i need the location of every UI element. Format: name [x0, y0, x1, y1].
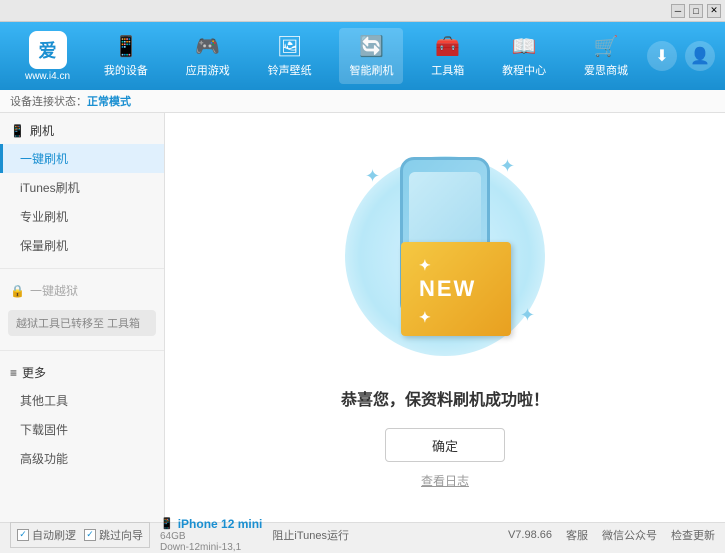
jailbreak-info: 越狱工具已转移至 工具箱	[8, 310, 156, 336]
success-message: 恭喜您，保资料刷机成功啦！	[341, 386, 549, 410]
wechat-button[interactable]: 微信公众号	[602, 527, 657, 543]
jailbreak-section-icon: 🔒	[10, 284, 25, 298]
nav-wallpaper[interactable]: 🖼 铃声壁纸	[258, 28, 322, 84]
flash-section-icon: 📱	[10, 124, 25, 138]
device-storage: 64GB	[160, 531, 262, 542]
tutorial-icon: 📖	[512, 34, 537, 59]
again-link[interactable]: 查看日志	[421, 472, 469, 489]
sidebar-item-itunes-flash[interactable]: iTunes刷机	[0, 173, 164, 202]
header-right: ⬇ 👤	[647, 41, 715, 71]
sidebar-item-download-firmware[interactable]: 下载固件	[0, 415, 164, 444]
device-model: Down-12mini-13,1	[160, 542, 262, 553]
nav-store[interactable]: 🛒 爱思商城	[574, 28, 638, 84]
nav-apps-games[interactable]: 🎮 应用游戏	[176, 28, 240, 84]
sidebar-title-flash: 📱 刷机	[0, 117, 164, 144]
sidebar-item-advanced[interactable]: 高级功能	[0, 444, 164, 473]
sidebar-item-one-click-flash[interactable]: 一键刷机	[0, 144, 164, 173]
sparkle-icon-2: ✦	[500, 156, 515, 177]
sidebar-section-more: ≡ 更多 其他工具 下载固件 高级功能	[0, 355, 164, 477]
nav-apps-games-label: 应用游戏	[186, 62, 230, 78]
check-update-button[interactable]: 检查更新	[671, 527, 715, 543]
hero-illustration: ✦ ✦ ✦ NEW	[335, 146, 555, 366]
smart-flash-icon: 🔄	[359, 34, 384, 59]
nav-toolbox[interactable]: 🧰 工具箱	[421, 28, 474, 84]
logo-sub: www.i4.cn	[25, 71, 70, 82]
my-device-icon: 📱	[113, 34, 138, 59]
status-value: 正常模式	[87, 96, 131, 108]
nav-tutorial-label: 教程中心	[502, 62, 546, 78]
stop-itunes-label[interactable]: 阻止iTunes运行	[272, 527, 349, 543]
bottom-checkboxes: ✓ 自动刷逻 ✓ 跳过向导	[10, 522, 150, 548]
nav-my-device-label: 我的设备	[104, 62, 148, 78]
nav-smart-flash[interactable]: 🔄 智能刷机	[339, 28, 403, 84]
new-badge: NEW	[401, 242, 511, 336]
nav-toolbox-label: 工具箱	[431, 62, 464, 78]
version-label: V7.98.66	[508, 529, 552, 541]
confirm-button[interactable]: 确定	[385, 428, 505, 462]
bottom-right: V7.98.66 客服 微信公众号 检查更新	[508, 527, 715, 543]
nav-wallpaper-label: 铃声壁纸	[268, 62, 312, 78]
sparkle-icon-3: ✦	[520, 305, 535, 326]
auto-flash-label: 自动刷逻	[32, 527, 76, 543]
title-bar: ─ □ ✕	[0, 0, 725, 22]
download-button[interactable]: ⬇	[647, 41, 677, 71]
nav-bar: 📱 我的设备 🎮 应用游戏 🖼 铃声壁纸 🔄 智能刷机 🧰 工具箱 📖 教程中心…	[85, 28, 647, 84]
nav-my-device[interactable]: 📱 我的设备	[94, 28, 158, 84]
sidebar-divider-1	[0, 268, 164, 269]
sidebar-section-flash: 📱 刷机 一键刷机 iTunes刷机 专业刷机 保量刷机	[0, 113, 164, 264]
sidebar-item-save-flash[interactable]: 保量刷机	[0, 231, 164, 260]
status-label: 设备连接状态：	[10, 96, 87, 108]
support-button[interactable]: 客服	[566, 527, 588, 543]
more-section-icon: ≡	[10, 366, 17, 380]
skip-wizard-checkbox[interactable]: ✓ 跳过向导	[84, 527, 143, 543]
auto-flash-checkbox[interactable]: ✓ 自动刷逻	[17, 527, 76, 543]
skip-wizard-check: ✓	[84, 529, 96, 541]
device-name: iPhone 12 mini	[178, 517, 263, 531]
close-button[interactable]: ✕	[707, 4, 721, 18]
header: 爱 www.i4.cn 📱 我的设备 🎮 应用游戏 🖼 铃声壁纸 🔄 智能刷机 …	[0, 22, 725, 90]
device-info: 📱 iPhone 12 mini 64GB Down-12mini-13,1	[160, 517, 262, 553]
minimize-button[interactable]: ─	[671, 4, 685, 18]
sidebar-item-other-tools[interactable]: 其他工具	[0, 386, 164, 415]
toolbox-icon: 🧰	[435, 34, 460, 59]
sidebar-item-pro-flash[interactable]: 专业刷机	[0, 202, 164, 231]
app-status-bar: 设备连接状态：正常模式	[0, 90, 725, 113]
main-area: 📱 刷机 一键刷机 iTunes刷机 专业刷机 保量刷机 🔒 一键越狱 越狱工具…	[0, 113, 725, 522]
logo-icon: 爱	[29, 31, 67, 69]
nav-store-label: 爱思商城	[584, 62, 628, 78]
wallpaper-icon: 🖼	[277, 34, 302, 59]
skip-wizard-label: 跳过向导	[99, 527, 143, 543]
sidebar-divider-2	[0, 350, 164, 351]
app-logo: 爱 www.i4.cn	[10, 31, 85, 82]
nav-smart-flash-label: 智能刷机	[349, 62, 393, 78]
sidebar: 📱 刷机 一键刷机 iTunes刷机 专业刷机 保量刷机 🔒 一键越狱 越狱工具…	[0, 113, 165, 522]
content-area: ✦ ✦ ✦ NEW 恭喜您，保资料刷机成功啦！ 确定 查看日志	[165, 113, 725, 522]
maximize-button[interactable]: □	[689, 4, 703, 18]
apps-games-icon: 🎮	[195, 34, 220, 59]
sidebar-section-jailbreak: 🔒 一键越狱 越狱工具已转移至 工具箱	[0, 273, 164, 346]
nav-tutorial[interactable]: 📖 教程中心	[492, 28, 556, 84]
bottom-bar: ✓ 自动刷逻 ✓ 跳过向导 📱 iPhone 12 mini 64GB Down…	[0, 522, 725, 546]
sparkle-icon-1: ✦	[365, 166, 380, 187]
bottom-left: ✓ 自动刷逻 ✓ 跳过向导 📱 iPhone 12 mini 64GB Down…	[10, 517, 508, 553]
window-controls: ─ □ ✕	[671, 4, 721, 18]
device-icon: 📱	[160, 517, 174, 530]
auto-flash-check: ✓	[17, 529, 29, 541]
store-icon: 🛒	[594, 34, 619, 59]
sidebar-title-more: ≡ 更多	[0, 359, 164, 386]
sidebar-title-jailbreak: 🔒 一键越狱	[0, 277, 164, 304]
user-button[interactable]: 👤	[685, 41, 715, 71]
